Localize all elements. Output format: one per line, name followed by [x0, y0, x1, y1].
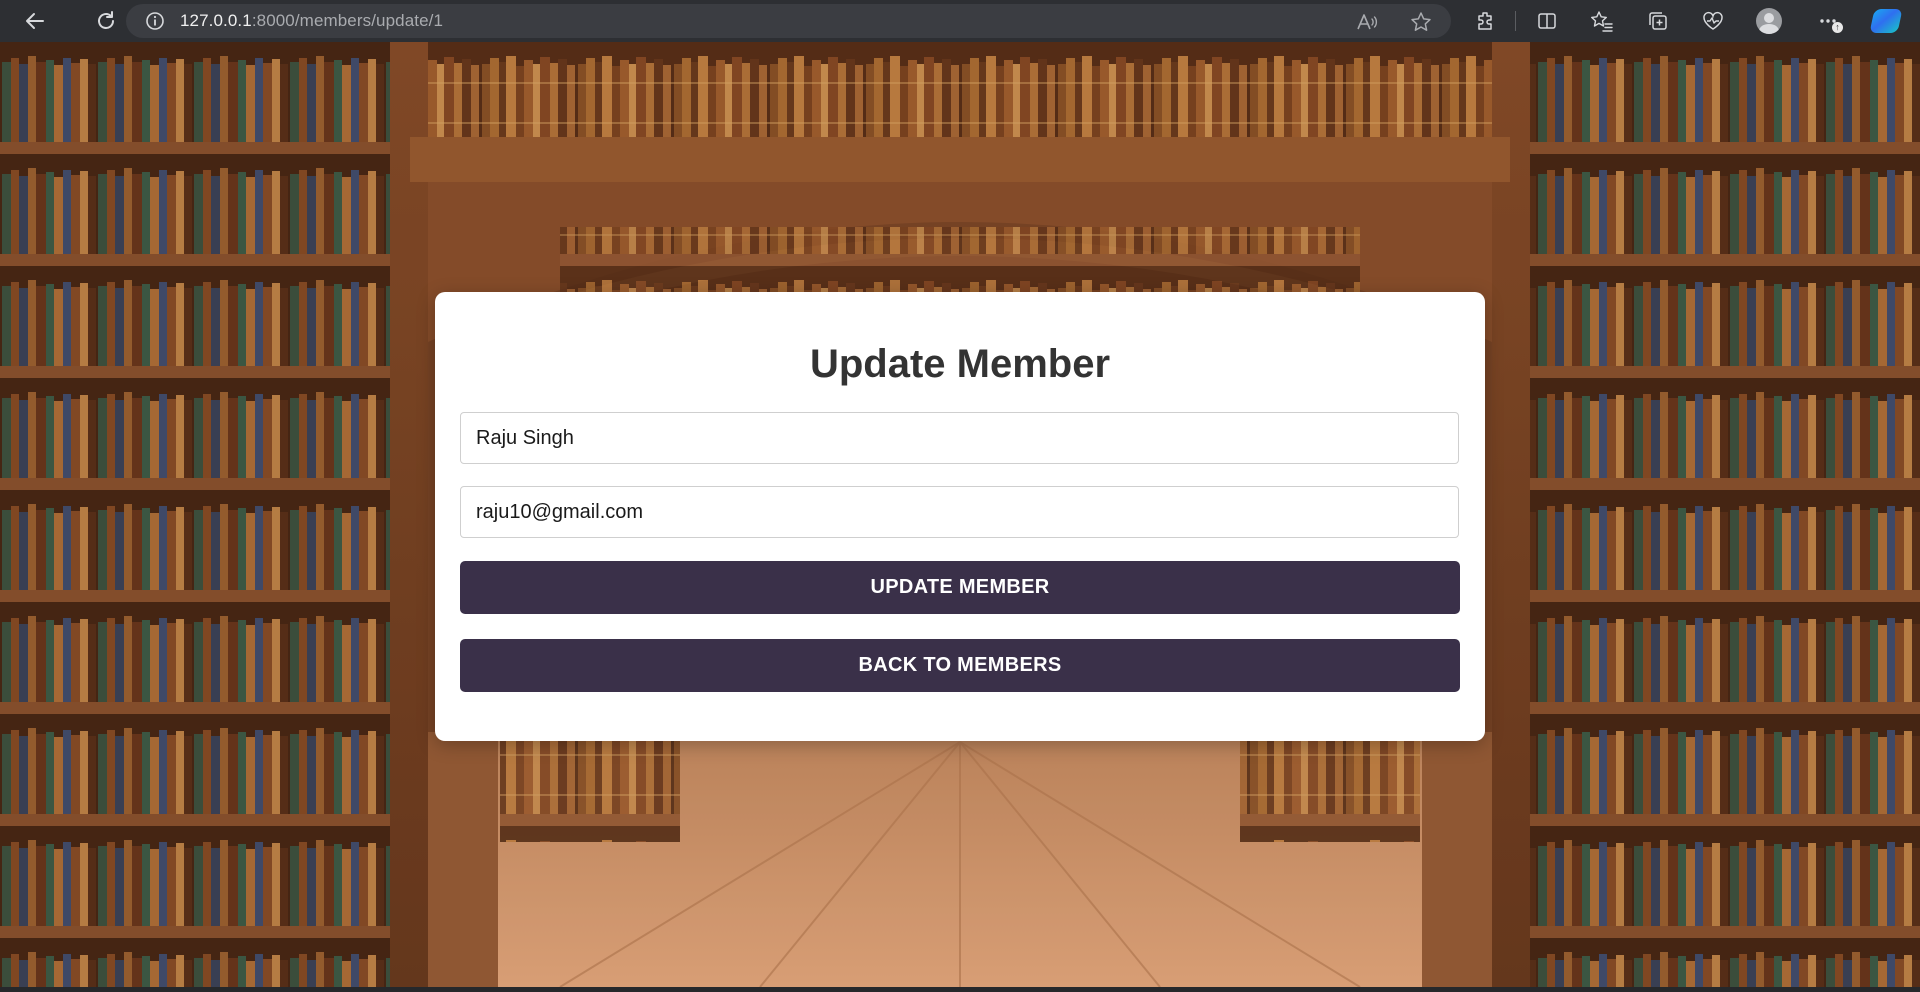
read-aloud-icon[interactable]: [1355, 10, 1379, 34]
url-text[interactable]: 127.0.0.1:8000/members/update/1: [180, 11, 443, 31]
extensions-icon[interactable]: [1468, 3, 1504, 39]
back-to-members-button[interactable]: BACK TO MEMBERS: [460, 639, 1460, 692]
address-bar[interactable]: 127.0.0.1:8000/members/update/1: [126, 4, 1451, 38]
reload-icon[interactable]: [88, 3, 124, 39]
more-menu-icon[interactable]: ↑: [1811, 3, 1847, 39]
update-member-card: Update Member UPDATE MEMBER BACK TO MEMB…: [435, 292, 1485, 741]
page-title: Update Member: [809, 342, 1111, 386]
url-path: :8000/members/update/1: [251, 11, 444, 30]
favorites-icon[interactable]: [1584, 3, 1620, 39]
name-field[interactable]: [460, 412, 1459, 464]
favorite-star-icon[interactable]: [1409, 10, 1433, 34]
site-info-icon[interactable]: [144, 10, 166, 32]
url-host: 127.0.0.1: [180, 11, 252, 30]
back-icon[interactable]: [17, 3, 53, 39]
browser-essentials-icon[interactable]: [1695, 3, 1731, 39]
collections-icon[interactable]: [1640, 3, 1676, 39]
page-viewport: Update Member UPDATE MEMBER BACK TO MEMB…: [0, 42, 1920, 987]
copilot-logo: [1869, 9, 1903, 33]
browser-toolbar: 127.0.0.1:8000/members/update/1 ↑: [0, 0, 1920, 42]
avatar: [1756, 8, 1782, 34]
email-field[interactable]: [460, 486, 1459, 538]
profile-icon[interactable]: [1751, 3, 1787, 39]
split-screen-icon[interactable]: [1529, 3, 1565, 39]
copilot-icon[interactable]: [1868, 3, 1904, 39]
update-member-button[interactable]: UPDATE MEMBER: [460, 561, 1460, 614]
toolbar-divider: [1515, 11, 1516, 31]
window-bottom-edge: [0, 987, 1920, 992]
update-badge: ↑: [1832, 22, 1843, 33]
